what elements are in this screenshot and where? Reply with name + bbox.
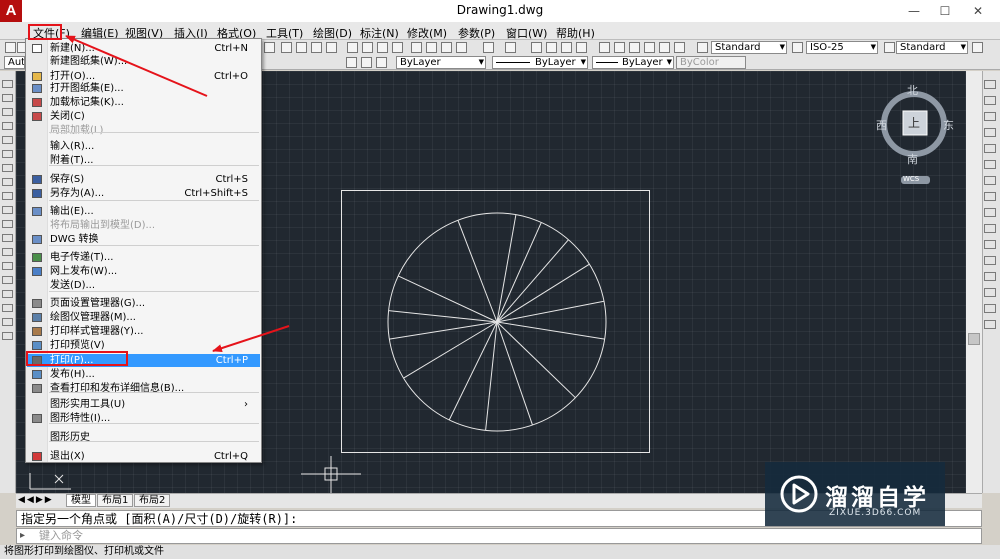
watermark-brand: 溜溜自学 xyxy=(825,485,929,511)
annotation-arrow-print xyxy=(212,325,290,352)
watermark-url: ZIXUE.3D66.COM xyxy=(829,508,922,518)
play-logo-icon xyxy=(780,475,818,513)
annotation-arrow-file xyxy=(65,35,208,97)
